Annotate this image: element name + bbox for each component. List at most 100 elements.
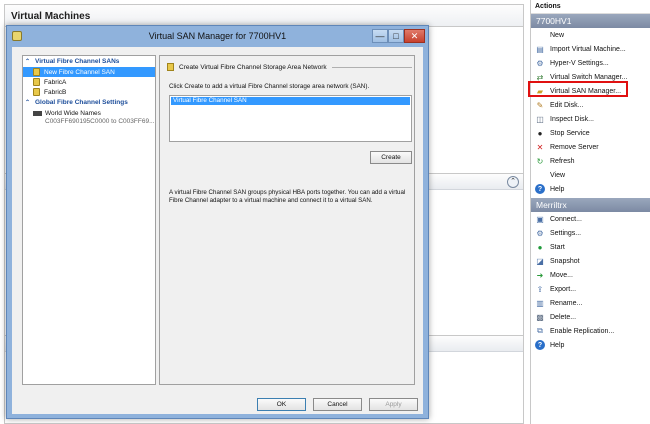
minimize-button[interactable]: — — [372, 29, 388, 43]
blank-icon — [535, 170, 545, 180]
action-enable-replication[interactable]: ⧉ Enable Replication... — [531, 324, 650, 338]
action-new[interactable]: New — [531, 28, 650, 42]
action-label: Settings... — [550, 229, 582, 237]
help-icon: ? — [535, 184, 545, 194]
dialog-title: Virtual SAN Manager for 7700HV1 — [148, 31, 287, 41]
settings-icon: ⚙ — [536, 228, 544, 238]
san-type-list[interactable]: Virtual Fibre Channel SAN — [169, 95, 412, 142]
wwn-icon — [33, 110, 42, 116]
action-label: Move... — [550, 271, 573, 279]
remove-icon: ✕ — [536, 142, 544, 152]
action-refresh[interactable]: ↻ Refresh — [531, 154, 650, 168]
delete-icon: ▩ — [536, 312, 544, 322]
action-label: Virtual SAN Manager... — [550, 87, 622, 95]
tree-section-label: Global Fibre Channel Settings — [35, 99, 128, 106]
collapse-icon[interactable]: ⌃ — [507, 176, 519, 188]
replication-icon: ⧉ — [537, 326, 543, 335]
tree-item-label: World Wide Names — [45, 109, 101, 117]
action-remove-server[interactable]: ✕ Remove Server — [531, 140, 650, 154]
action-label: Help — [550, 341, 565, 349]
create-section-title: Create Virtual Fibre Channel Storage Are… — [179, 63, 327, 71]
action-settings[interactable]: ⚙ Settings... — [531, 226, 650, 240]
action-label: Enable Replication... — [550, 327, 615, 335]
actions-pane: Actions 7700HV1 New ▤ Import Virtual Machi… — [530, 0, 650, 424]
create-section-header: Create Virtual Fibre Channel Storage Are… — [167, 62, 412, 72]
san-icon — [33, 88, 40, 96]
dialog-titlebar[interactable]: Virtual SAN Manager for 7700HV1 — □ ✕ — [7, 26, 428, 47]
action-label: Stop Service — [550, 129, 590, 137]
action-connect[interactable]: ▣ Connect... — [531, 212, 650, 226]
start-icon: ● — [537, 242, 543, 252]
action-snapshot[interactable]: ◪ Snapshot — [531, 254, 650, 268]
instruction-text: Click Create to add a virtual Fibre Chan… — [169, 83, 370, 90]
create-button[interactable]: Create — [370, 151, 412, 164]
blank-icon — [535, 30, 545, 40]
san-detail-panel: Create Virtual Fibre Channel Storage Are… — [159, 55, 415, 385]
import-icon: ▤ — [536, 44, 544, 54]
tree-item-fabrica[interactable]: FabricA — [23, 77, 155, 87]
stop-icon: ● — [537, 128, 543, 138]
action-virtual-san-manager[interactable]: ▰ Virtual SAN Manager... — [531, 84, 650, 98]
apply-button[interactable]: Apply — [369, 398, 418, 411]
action-label: Snapshot — [550, 257, 580, 265]
ok-button[interactable]: OK — [257, 398, 306, 411]
action-label: Rename... — [550, 299, 583, 307]
san-type-item[interactable]: Virtual Fibre Channel SAN — [171, 97, 410, 105]
inspect-disk-icon: ◫ — [536, 114, 544, 124]
action-label: Remove Server — [550, 143, 599, 151]
action-import-virtual-machine[interactable]: ▤ Import Virtual Machine... — [531, 42, 650, 56]
export-icon: ⇪ — [536, 284, 544, 294]
san-icon: ▰ — [536, 86, 544, 96]
action-inspect-disk[interactable]: ◫ Inspect Disk... — [531, 112, 650, 126]
edit-disk-icon: ✎ — [536, 100, 544, 110]
dialog-body: ⌃ Virtual Fibre Channel SANs New Fibre C… — [12, 47, 423, 414]
virtual-machines-header: Virtual Machines — [5, 5, 523, 27]
san-icon — [167, 63, 174, 71]
actions-title: Actions — [531, 0, 650, 14]
rename-icon: ▥ — [536, 298, 544, 308]
settings-icon: ⚙ — [536, 58, 544, 68]
action-stop-service[interactable]: ● Stop Service — [531, 126, 650, 140]
tree-item-label: FabricB — [44, 88, 67, 96]
action-label: Delete... — [550, 313, 577, 321]
action-export[interactable]: ⇪ Export... — [531, 282, 650, 296]
host-group-header[interactable]: 7700HV1 — [531, 14, 650, 28]
action-label: Export... — [550, 285, 577, 293]
connect-icon: ▣ — [536, 214, 544, 224]
action-start[interactable]: ● Start — [531, 240, 650, 254]
tree-item-new-san[interactable]: New Fibre Channel SAN — [23, 67, 155, 77]
tree-section-sans[interactable]: ⌃ Virtual Fibre Channel SANs — [23, 56, 155, 67]
tree-section-global[interactable]: ⌃ Global Fibre Channel Settings — [23, 97, 155, 108]
action-virtual-switch-manager[interactable]: ⇄ Virtual Switch Manager... — [531, 70, 650, 84]
collapse-chevron-icon[interactable]: ⌃ — [25, 99, 33, 106]
tree-item-fabricb[interactable]: FabricB — [23, 87, 155, 97]
tree-section-label: Virtual Fibre Channel SANs — [35, 58, 120, 65]
switch-icon: ⇄ — [536, 72, 544, 82]
close-button[interactable]: ✕ — [404, 29, 425, 43]
action-label: Edit Disk... — [550, 101, 584, 109]
action-label: Hyper-V Settings... — [550, 59, 609, 67]
vm-group-header[interactable]: Merriltrx — [531, 198, 650, 212]
action-view[interactable]: View — [531, 168, 650, 182]
action-edit-disk[interactable]: ✎ Edit Disk... — [531, 98, 650, 112]
cancel-button[interactable]: Cancel — [313, 398, 362, 411]
action-hyper-v-settings[interactable]: ⚙ Hyper-V Settings... — [531, 56, 650, 70]
action-move[interactable]: ➜ Move... — [531, 268, 650, 282]
action-rename[interactable]: ▥ Rename... — [531, 296, 650, 310]
tree-item-wwn[interactable]: World Wide Names — [23, 108, 155, 118]
action-label: Start — [550, 243, 565, 251]
action-delete[interactable]: ▩ Delete... — [531, 310, 650, 324]
maximize-button[interactable]: □ — [388, 29, 404, 43]
action-label: Help — [550, 185, 565, 193]
action-label: Inspect Disk... — [550, 115, 594, 123]
action-label: New — [550, 31, 565, 39]
vm-actions-list: ▣ Connect... ⚙ Settings... ● Start ◪ Snapshot ➜ M… — [531, 212, 650, 352]
wwn-range: C003FF690195C0000 to C003FF69... — [45, 118, 155, 125]
move-icon: ➜ — [536, 270, 544, 280]
action-help[interactable]: ? Help — [531, 338, 650, 352]
collapse-chevron-icon[interactable]: ⌃ — [25, 58, 33, 65]
help-icon: ? — [535, 340, 545, 350]
refresh-icon: ↻ — [536, 156, 544, 166]
action-help[interactable]: ? Help — [531, 182, 650, 196]
action-label: Virtual Switch Manager... — [550, 73, 628, 81]
